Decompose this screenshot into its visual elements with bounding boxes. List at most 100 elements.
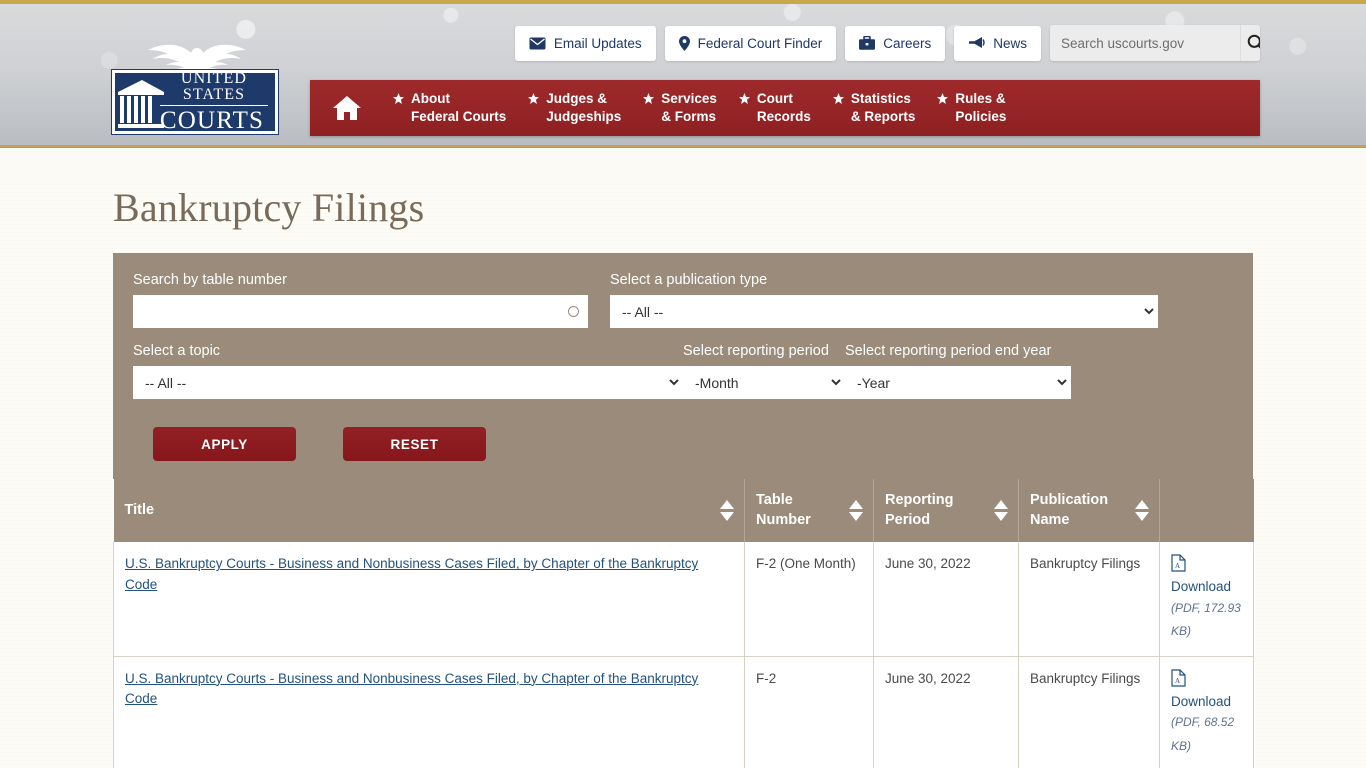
sort-toggle-title[interactable] (720, 500, 734, 522)
column-header-reporting-period[interactable]: Reporting Period (873, 479, 1019, 543)
nav-label-court-records-line2: Records (756, 109, 811, 124)
download-link[interactable]: Download (1171, 577, 1242, 597)
site-search[interactable] (1050, 25, 1260, 61)
table-row: U.S. Bankruptcy Courts - Business and No… (113, 542, 1254, 657)
star-icon (738, 93, 750, 105)
reporting-period-field-group: Select reporting period -Month (683, 342, 845, 400)
cell-table-number: F-2 (One Month) (744, 542, 874, 657)
apply-button[interactable]: APPLY (153, 427, 296, 462)
nav-label-court-records-line1: Court (756, 91, 793, 107)
results-table-header-row: Title Table Number Reporting Period Publ… (113, 479, 1254, 543)
reporting-period-select[interactable]: -Month (683, 366, 845, 400)
logo-plate: UNITED STATES COURTS (112, 70, 278, 134)
download-file-meta: (PDF, 172.93 KB) (1171, 600, 1241, 639)
nav-label-rules-line1: Rules & (955, 91, 1006, 107)
cell-publication-name: Bankruptcy Filings (1018, 656, 1160, 768)
sort-descending-icon[interactable] (720, 512, 734, 522)
filter-actions: APPLY RESET (133, 427, 1233, 462)
sort-descending-icon[interactable] (1135, 512, 1149, 522)
svg-text:A: A (1175, 677, 1180, 685)
page-title: Bankruptcy Filings (113, 185, 425, 230)
logo-line-2: COURTS (159, 106, 265, 134)
results-table-body: U.S. Bankruptcy Courts - Business and No… (113, 542, 1254, 768)
site-search-input[interactable] (1050, 25, 1240, 61)
table-number-field-group: Search by table number (133, 271, 588, 329)
email-updates-label: Email Updates (553, 35, 642, 51)
filter-panel: Search by table number Select a publicat… (113, 253, 1253, 480)
reporting-period-end-year-label: Select reporting period end year (845, 343, 1052, 360)
nav-item-about-federal-courts[interactable]: About Federal Courts (384, 90, 519, 126)
cell-download: A Download (PDF, 172.93 KB) (1159, 542, 1254, 657)
careers-label: Careers (883, 35, 932, 51)
nav-label-services-line1: Services (661, 91, 717, 107)
nav-item-statistics-reports[interactable]: Statistics & Reports (824, 90, 929, 126)
sort-toggle-reporting-period[interactable] (994, 500, 1008, 522)
sort-ascending-icon[interactable] (849, 500, 863, 510)
topic-field-group: Select a topic -- All -- (133, 342, 683, 400)
column-header-title[interactable]: Title (113, 479, 745, 543)
publication-type-select[interactable]: -- All -- (610, 295, 1158, 329)
publication-type-label: Select a publication type (610, 272, 768, 288)
briefcase-icon (859, 36, 876, 50)
pdf-file-icon: A (1171, 554, 1186, 572)
column-header-publication-name[interactable]: Publication Name (1018, 479, 1160, 543)
reporting-period-end-year-select[interactable]: -Year (845, 366, 1071, 400)
news-button[interactable]: News (954, 25, 1041, 61)
map-pin-icon (678, 35, 690, 51)
column-header-table-number-label: Table Number (756, 492, 811, 528)
nav-label-about-line2: Federal Courts (411, 109, 507, 124)
column-header-title-label: Title (124, 502, 155, 519)
sort-ascending-icon[interactable] (994, 500, 1008, 510)
table-row: U.S. Bankruptcy Courts - Business and No… (113, 656, 1254, 768)
star-icon (937, 93, 949, 105)
sort-ascending-icon[interactable] (720, 500, 734, 510)
nav-item-services-forms[interactable]: Services & Forms (634, 90, 730, 126)
cell-download: A Download (PDF, 68.52 KB) (1159, 656, 1254, 768)
federal-court-finder-label: Federal Court Finder (697, 35, 823, 51)
download-link[interactable]: Download (1171, 692, 1242, 712)
results-table-head: Title Table Number Reporting Period Publ… (113, 479, 1254, 543)
topic-select[interactable]: -- All -- (133, 366, 683, 400)
sort-descending-icon[interactable] (994, 512, 1008, 522)
svg-text:A: A (1175, 562, 1180, 570)
filter-row-1: Search by table number Select a publicat… (133, 271, 1233, 329)
star-icon (643, 93, 655, 105)
header-gold-divider (0, 145, 1366, 148)
nav-item-rules-policies[interactable]: Rules & Policies (928, 90, 1019, 126)
row-title-link[interactable]: U.S. Bankruptcy Courts - Business and No… (125, 671, 698, 706)
megaphone-icon (969, 37, 985, 48)
cell-reporting-period: June 30, 2022 (873, 542, 1019, 657)
column-header-table-number[interactable]: Table Number (744, 479, 874, 543)
cell-title: U.S. Bankruptcy Courts - Business and No… (113, 542, 745, 657)
nav-label-statistics-line2: & Reports (850, 109, 916, 124)
table-number-label: Search by table number (133, 272, 287, 288)
careers-button[interactable]: Careers (845, 25, 946, 61)
nav-item-court-records[interactable]: Court Records (730, 90, 824, 126)
row-title-link[interactable]: U.S. Bankruptcy Courts - Business and No… (125, 556, 698, 591)
sort-ascending-icon[interactable] (1135, 500, 1149, 510)
cell-table-number: F-2 (744, 656, 874, 768)
star-icon (528, 93, 540, 105)
cell-title: U.S. Bankruptcy Courts - Business and No… (113, 656, 745, 768)
site-search-button[interactable] (1240, 25, 1260, 61)
sort-toggle-table-number[interactable] (849, 500, 863, 522)
cell-reporting-period: June 30, 2022 (873, 656, 1019, 768)
topic-label: Select a topic (133, 343, 221, 360)
sort-descending-icon[interactable] (849, 512, 863, 522)
star-icon (832, 93, 844, 105)
column-header-reporting-period-label: Reporting Period (885, 492, 954, 528)
nav-item-home[interactable] (310, 95, 384, 121)
download-file-meta: (PDF, 68.52 KB) (1171, 715, 1235, 753)
star-icon (393, 93, 404, 105)
sort-toggle-publication-name[interactable] (1135, 500, 1149, 522)
reset-button[interactable]: RESET (343, 427, 486, 462)
federal-court-finder-button[interactable]: Federal Court Finder (664, 25, 837, 61)
nav-item-judges-judgeships[interactable]: Judges & Judgeships (519, 90, 634, 126)
site-header: UNITED STATES COURTS Email Updates Feder… (0, 0, 1366, 145)
email-updates-button[interactable]: Email Updates (514, 25, 656, 61)
envelope-icon (529, 37, 546, 49)
table-number-input[interactable] (133, 295, 588, 329)
nav-label-judges-line1: Judges & (546, 91, 608, 107)
site-logo[interactable]: UNITED STATES COURTS (112, 44, 280, 134)
logo-line-1: UNITED STATES (160, 70, 268, 106)
